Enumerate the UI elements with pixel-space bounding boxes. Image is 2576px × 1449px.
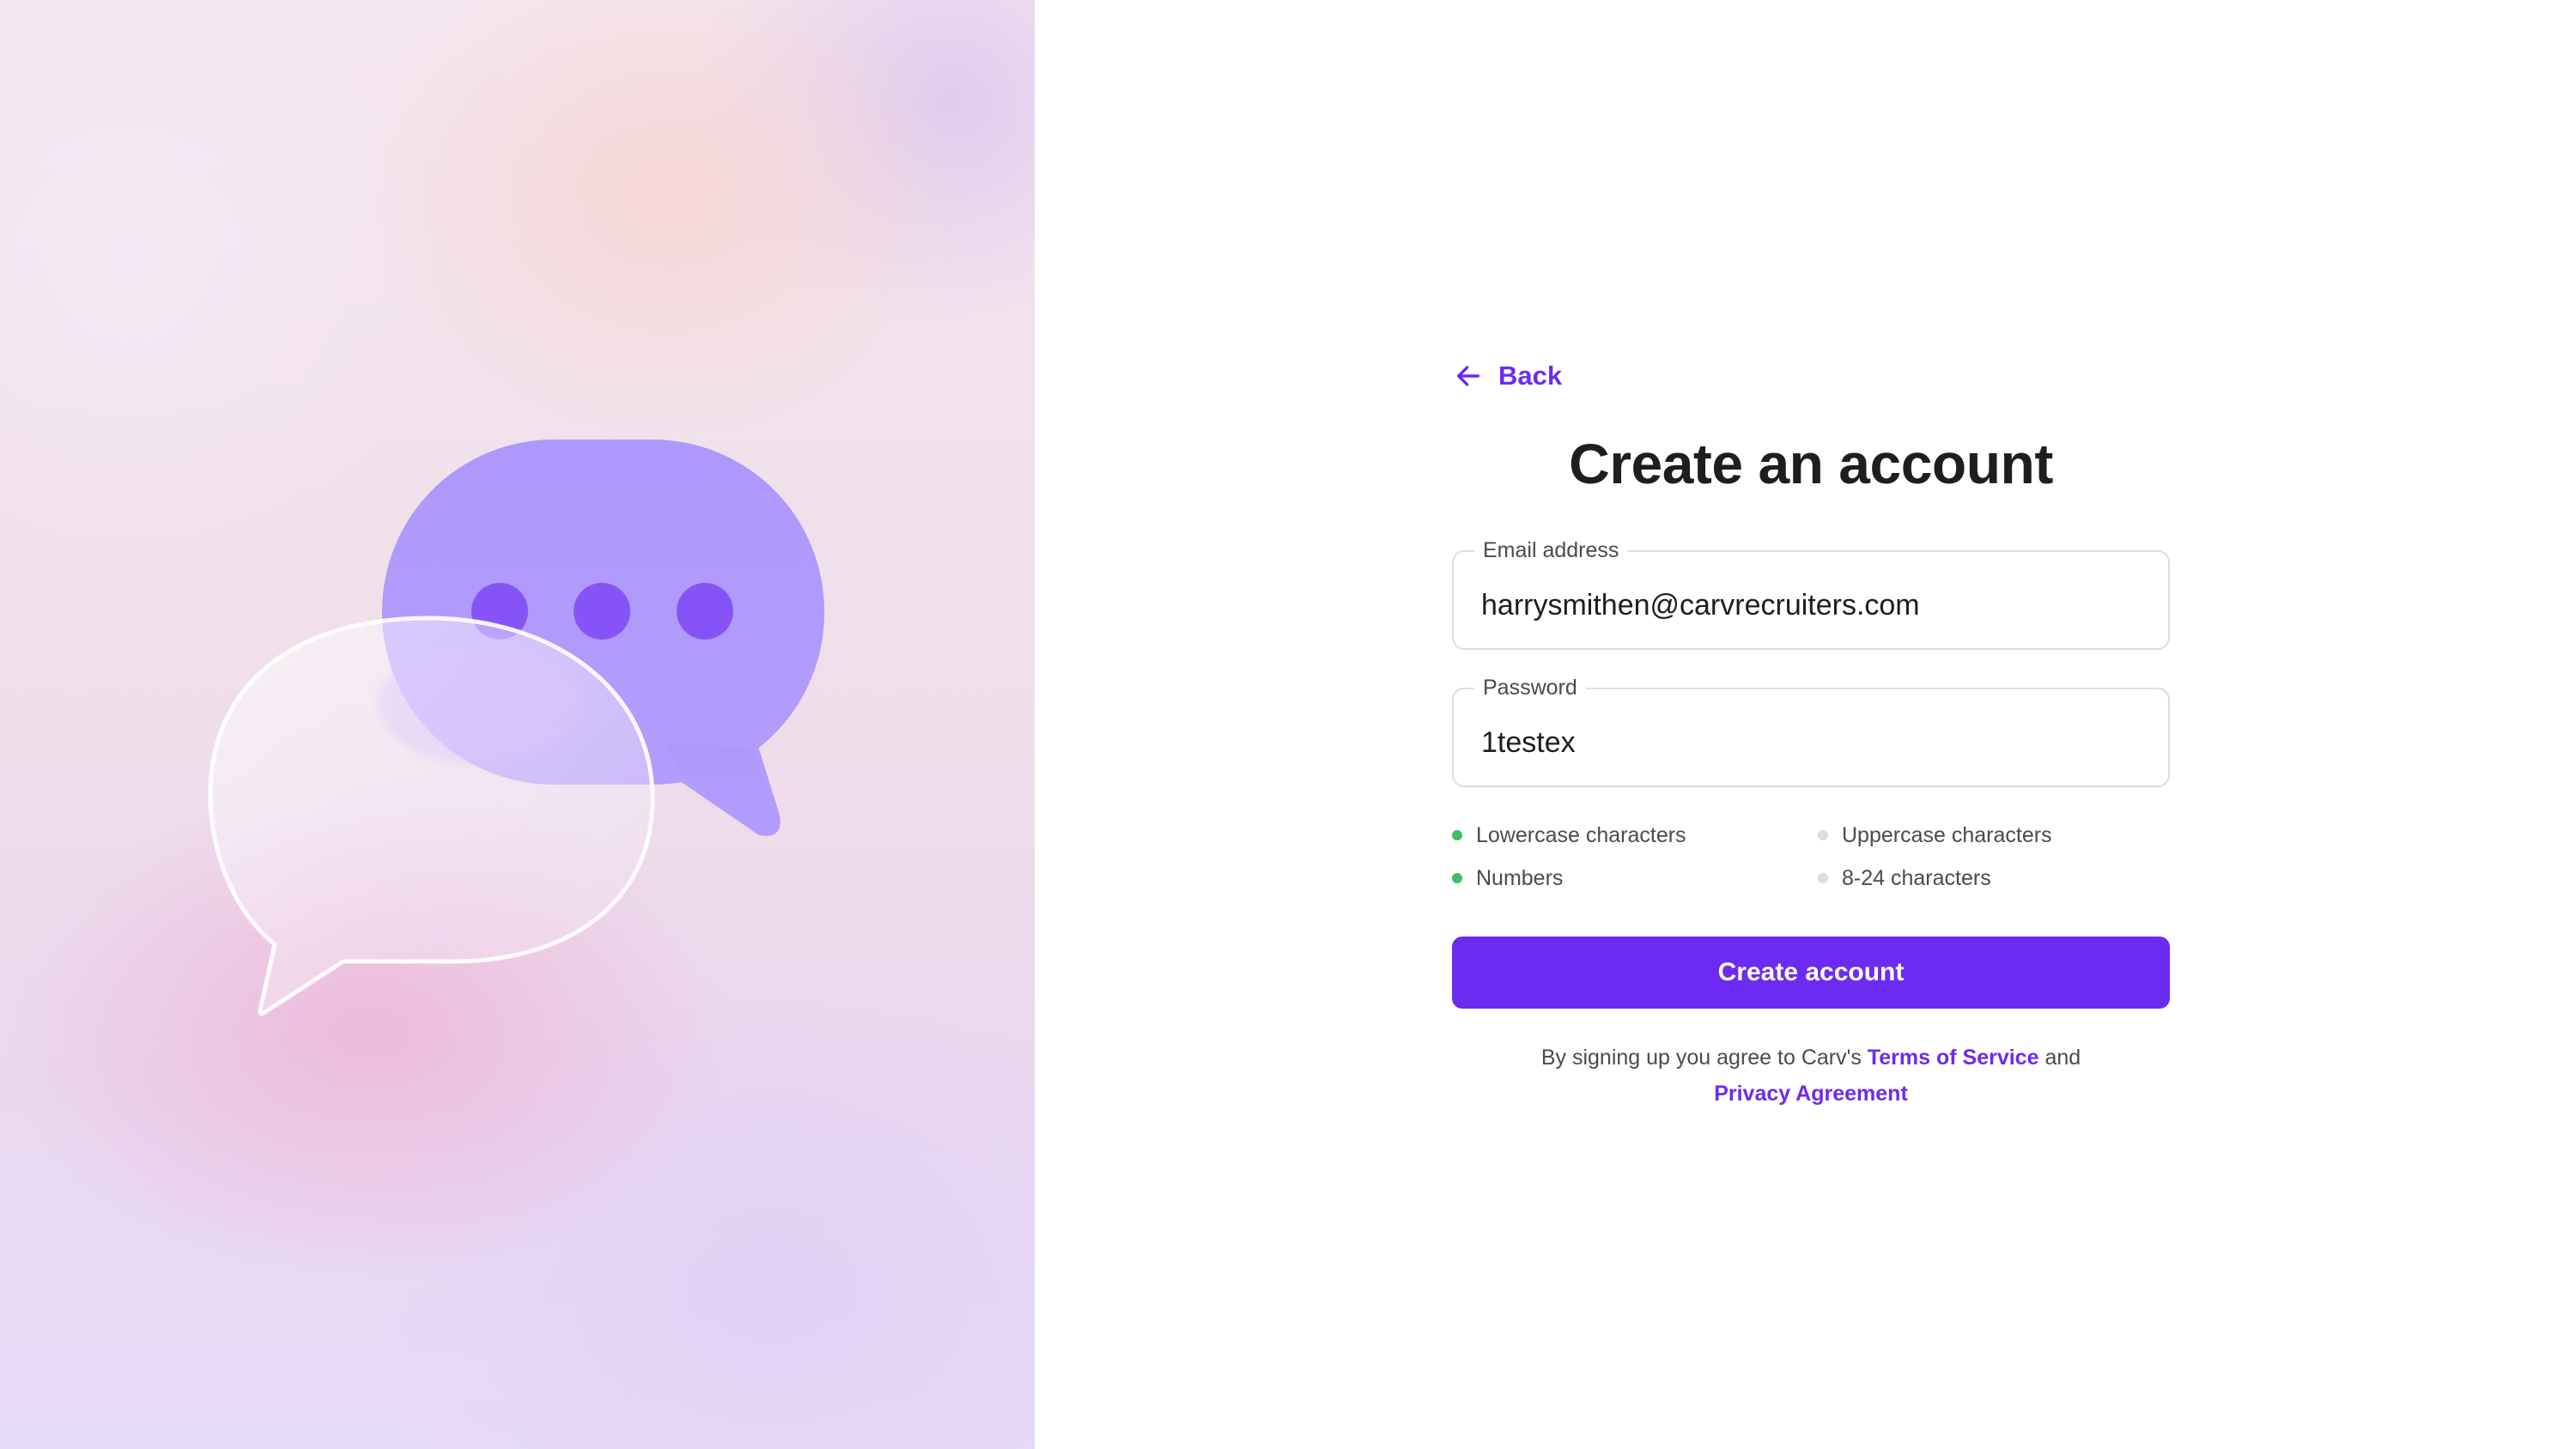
legal-prefix: By signing up you agree to Carv's: [1540, 1045, 1862, 1070]
requirement-label: 8-24 characters: [1842, 865, 1991, 890]
status-dot: [1818, 872, 1828, 883]
signup-page: Back Create an account Email address Pas…: [0, 0, 2576, 1449]
legal-notice: By signing up you agree to Carv's Terms …: [1452, 1040, 2170, 1112]
glass-chat-bubble: [208, 615, 655, 1016]
requirement-lowercase: Lowercase characters: [1452, 823, 1818, 847]
requirement-length: 8-24 characters: [1818, 866, 2170, 890]
signup-form-container: Back Create an account Email address Pas…: [1452, 352, 2170, 1112]
requirement-label: Numbers: [1476, 865, 1564, 890]
password-field: Password: [1452, 674, 2170, 787]
terms-of-service-link[interactable]: Terms of Service: [1868, 1046, 2039, 1070]
password-input[interactable]: [1454, 688, 2168, 785]
privacy-agreement-link[interactable]: Privacy Agreement: [1714, 1082, 1908, 1106]
create-account-button[interactable]: Create account: [1452, 936, 2170, 1009]
page-title: Create an account: [1569, 432, 2053, 495]
requirement-uppercase: Uppercase characters: [1818, 823, 2170, 847]
email-input[interactable]: [1454, 551, 2168, 648]
chat-bubbles-icon: [208, 440, 824, 1016]
requirement-label: Uppercase characters: [1842, 822, 2052, 847]
arrow-left-icon: [1456, 366, 1480, 386]
legal-joiner: and: [2044, 1045, 2081, 1070]
email-field: Email address: [1452, 537, 2170, 650]
requirement-label: Lowercase characters: [1476, 822, 1686, 847]
status-dot: [1452, 872, 1462, 883]
back-button[interactable]: Back: [1454, 352, 1562, 400]
hero-illustration-panel: [0, 0, 1035, 1449]
password-requirements: Lowercase characters Uppercase character…: [1452, 823, 2170, 890]
back-label: Back: [1498, 361, 1563, 391]
status-dot: [1818, 829, 1828, 840]
status-dot: [1452, 829, 1462, 840]
requirement-numbers: Numbers: [1452, 866, 1818, 890]
